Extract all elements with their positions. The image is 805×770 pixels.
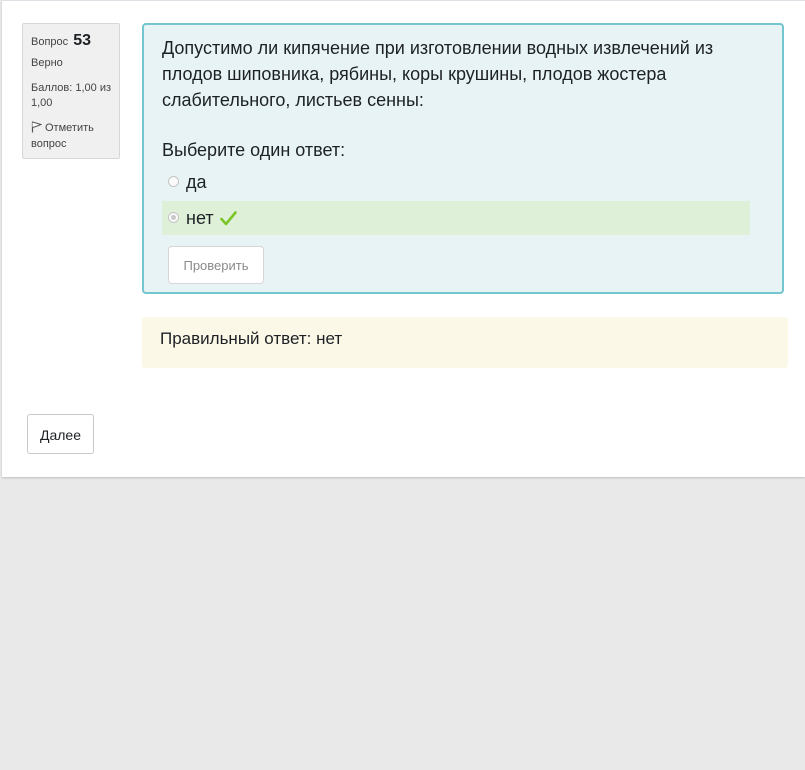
right-answer-feedback: Правильный ответ: нет [142,317,788,368]
question-state: Верно [31,57,63,69]
question-number-label: Вопрос [31,36,69,48]
question-grade: Баллов: 1,00 из 1,00 [31,82,112,109]
flag-icon [31,121,43,133]
answer-option-label: нет [186,208,214,228]
question-info-panel: Вопрос 53 Верно Баллов: 1,00 из 1,00 Отм… [22,23,120,159]
answer-option-no[interactable]: нет [162,201,750,235]
check-mark-icon [220,211,237,226]
next-button[interactable]: Далее [27,414,94,454]
right-answer-text: Правильный ответ: нет [160,329,343,348]
question-text: Допустимо ли кипячение при изготовлении … [162,38,714,110]
answer-prompt: Выберите один ответ: [162,140,346,160]
question-number: Вопрос 53 [31,32,91,50]
radio-yes[interactable] [168,176,179,187]
answer-option-label: да [186,172,207,192]
radio-no[interactable] [168,212,179,223]
question-formulation: Допустимо ли кипячение при изготовлении … [142,23,784,294]
question-number-value: 53 [73,32,92,49]
quiz-page: Вопрос 53 Верно Баллов: 1,00 из 1,00 Отм… [2,0,805,477]
answer-option-yes[interactable]: да [162,165,750,199]
flag-question-link[interactable]: Отметить вопрос [31,120,115,152]
check-button[interactable]: Проверить [168,246,264,284]
